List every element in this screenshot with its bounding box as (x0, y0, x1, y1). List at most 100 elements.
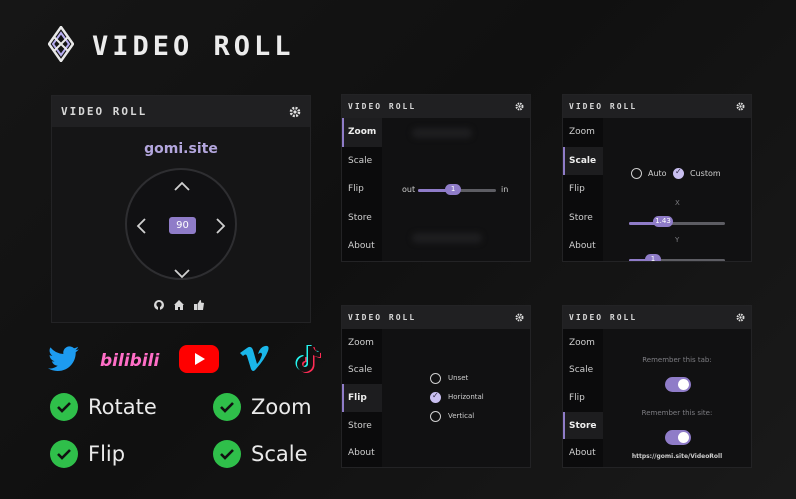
check-icon (50, 393, 78, 421)
tab-zoom[interactable]: Zoom (342, 329, 382, 357)
tab-flip[interactable]: Flip (563, 384, 603, 412)
blurred-bg (412, 233, 482, 243)
rotation-value[interactable]: 90 (169, 217, 196, 234)
social-links: bilibili (48, 344, 322, 378)
video-roll-logo-icon (47, 24, 75, 66)
github-icon[interactable] (153, 296, 165, 315)
twitter-icon[interactable] (48, 346, 80, 376)
chevron-left-icon[interactable] (136, 217, 146, 237)
chevron-up-icon[interactable] (174, 174, 190, 194)
zoom-out-label: out (402, 185, 416, 194)
tab-scale[interactable]: Scale (342, 357, 382, 385)
chevron-right-icon[interactable] (216, 217, 226, 237)
y-slider-thumb[interactable]: 1 (645, 254, 661, 261)
tab-about[interactable]: About (342, 439, 382, 467)
popup-title: VIDEO ROLL (61, 105, 148, 118)
tab-list: Zoom Scale Flip Store About (563, 118, 603, 261)
tab-about[interactable]: About (342, 232, 382, 261)
feature-scale: Scale (213, 440, 308, 468)
zoom-panel: VIDEO ROLL Zoom Scale Flip Store About o… (341, 94, 531, 262)
blurred-bg (412, 128, 472, 138)
popup-header: VIDEO ROLL (52, 96, 310, 127)
scale-content: Auto Custom X 1.43 Y 1 (603, 118, 751, 261)
vertical-label: Vertical (448, 412, 475, 420)
tiktok-icon[interactable] (295, 344, 322, 378)
gear-icon[interactable] (515, 313, 524, 322)
feature-zoom: Zoom (213, 393, 312, 421)
gear-icon[interactable] (515, 102, 524, 111)
tab-flip[interactable]: Flip (342, 175, 382, 204)
gear-icon[interactable] (736, 313, 745, 322)
tab-list: Zoom Scale Flip Store About (342, 329, 382, 467)
zoom-slider-thumb[interactable]: 1 (445, 184, 462, 195)
tab-zoom[interactable]: Zoom (342, 118, 382, 147)
remember-site-label: Remember this site: (641, 409, 713, 417)
store-content: Remember this tab: Remember this site: h… (603, 329, 751, 467)
tab-store[interactable]: Store (342, 412, 382, 440)
horizontal-radio[interactable] (430, 391, 441, 403)
scale-panel-header: VIDEO ROLL (563, 95, 751, 118)
gear-icon[interactable] (289, 106, 301, 118)
flip-content: Unset Horizontal Vertical (382, 329, 530, 467)
tab-about[interactable]: About (563, 232, 603, 261)
flip-panel: VIDEO ROLL Zoom Scale Flip Store About U… (341, 305, 531, 468)
remember-tab-toggle[interactable] (665, 377, 691, 392)
tab-store[interactable]: Store (342, 204, 382, 233)
auto-radio[interactable] (631, 168, 642, 179)
y-scale-slider[interactable] (629, 259, 725, 261)
feature-flip: Flip (50, 440, 125, 468)
check-icon (50, 440, 78, 468)
home-icon[interactable] (173, 296, 185, 315)
tab-scale[interactable]: Scale (563, 357, 603, 385)
tab-list: Zoom Scale Flip Store About (342, 118, 382, 261)
brand-title: VIDEO ROLL (92, 30, 295, 62)
zoom-panel-header: VIDEO ROLL (342, 95, 530, 118)
store-panel-header: VIDEO ROLL (563, 306, 751, 329)
tab-scale[interactable]: Scale (563, 146, 603, 175)
remember-site-toggle[interactable] (665, 430, 691, 445)
vertical-radio[interactable] (430, 411, 441, 422)
custom-label: Custom (690, 169, 721, 178)
x-label: X (675, 199, 680, 207)
zoom-content: out 1 in (382, 118, 530, 261)
footer-icons (153, 296, 205, 315)
gear-icon[interactable] (736, 102, 745, 111)
feature-label: Rotate (88, 395, 157, 419)
main-popup: VIDEO ROLL gomi.site 90 (51, 95, 311, 323)
feature-label: Zoom (251, 395, 312, 419)
x-scale-slider[interactable] (629, 222, 725, 225)
chevron-down-icon[interactable] (174, 262, 190, 282)
scale-panel: VIDEO ROLL Zoom Scale Flip Store About A… (562, 94, 752, 262)
x-slider-thumb[interactable]: 1.43 (653, 216, 673, 227)
store-url[interactable]: https://gomi.site/VideoRoll (603, 453, 751, 460)
tab-about[interactable]: About (563, 439, 603, 467)
horizontal-label: Horizontal (448, 393, 484, 401)
custom-radio[interactable] (673, 167, 684, 179)
flip-panel-title: VIDEO ROLL (348, 313, 417, 322)
check-icon (213, 393, 241, 421)
flip-panel-header: VIDEO ROLL (342, 306, 530, 329)
store-panel: VIDEO ROLL Zoom Scale Flip Store About R… (562, 305, 752, 468)
tab-store[interactable]: Store (563, 411, 603, 440)
tab-flip[interactable]: Flip (342, 384, 382, 412)
zoom-in-label: in (501, 185, 509, 194)
unset-radio[interactable] (430, 373, 441, 384)
remember-tab-label: Remember this tab: (642, 356, 712, 364)
rotation-dpad: 90 (125, 168, 237, 280)
site-name: gomi.site (144, 141, 218, 157)
thumbs-up-icon[interactable] (193, 296, 205, 315)
auto-label: Auto (648, 169, 667, 178)
youtube-icon[interactable] (179, 345, 220, 377)
tab-zoom[interactable]: Zoom (563, 329, 603, 357)
check-icon (213, 440, 241, 468)
store-panel-title: VIDEO ROLL (569, 313, 638, 322)
feature-rotate: Rotate (50, 393, 157, 421)
tab-zoom[interactable]: Zoom (563, 118, 603, 147)
bilibili-icon[interactable]: bilibili (100, 351, 159, 371)
unset-label: Unset (448, 374, 469, 382)
tab-store[interactable]: Store (563, 204, 603, 233)
tab-flip[interactable]: Flip (563, 175, 603, 204)
vimeo-icon[interactable] (239, 345, 273, 377)
tab-scale[interactable]: Scale (342, 147, 382, 176)
brand-header: VIDEO ROLL (47, 24, 295, 66)
